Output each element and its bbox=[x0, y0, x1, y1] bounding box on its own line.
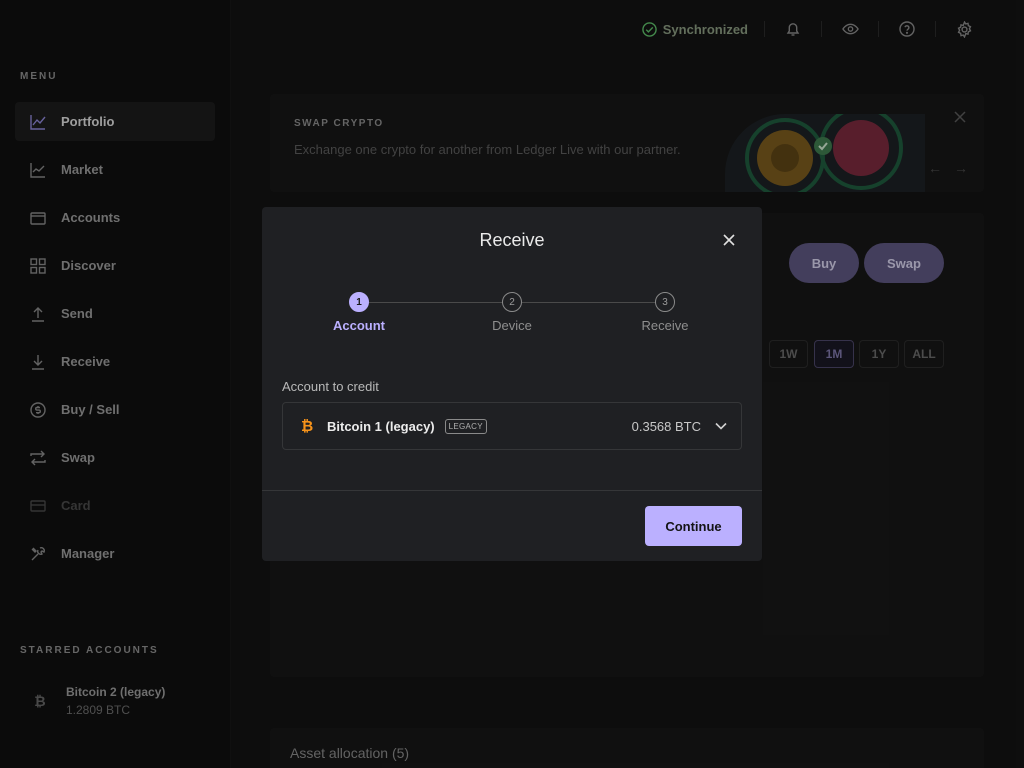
step-number: 2 bbox=[502, 292, 522, 312]
step-label: Device bbox=[492, 318, 532, 333]
step-device: 2 Device bbox=[472, 292, 552, 333]
step-account: 1 Account bbox=[319, 292, 399, 333]
step-number: 3 bbox=[655, 292, 675, 312]
step-number: 1 bbox=[349, 292, 369, 312]
close-icon[interactable] bbox=[721, 232, 737, 248]
step-receive: 3 Receive bbox=[625, 292, 705, 333]
bitcoin-icon: ₿ bbox=[301, 417, 314, 435]
receive-modal: Receive 1 Account 2 Device 3 Receive Acc… bbox=[262, 207, 762, 561]
step-label: Receive bbox=[641, 318, 689, 333]
step-label: Account bbox=[333, 318, 385, 333]
chevron-down-icon bbox=[715, 417, 727, 435]
account-field-label: Account to credit bbox=[282, 379, 379, 394]
stepper: 1 Account 2 Device 3 Receive bbox=[262, 292, 762, 342]
continue-button[interactable]: Continue bbox=[645, 506, 742, 546]
modal-footer-divider bbox=[262, 490, 762, 491]
modal-title: Receive bbox=[479, 230, 545, 250]
account-balance: 0.3568 BTC bbox=[631, 418, 701, 434]
account-select[interactable]: ₿ Bitcoin 1 (legacy) LEGACY 0.3568 BTC bbox=[282, 402, 742, 450]
account-name: Bitcoin 1 (legacy) bbox=[327, 418, 435, 434]
account-type-badge: LEGACY bbox=[444, 418, 487, 434]
